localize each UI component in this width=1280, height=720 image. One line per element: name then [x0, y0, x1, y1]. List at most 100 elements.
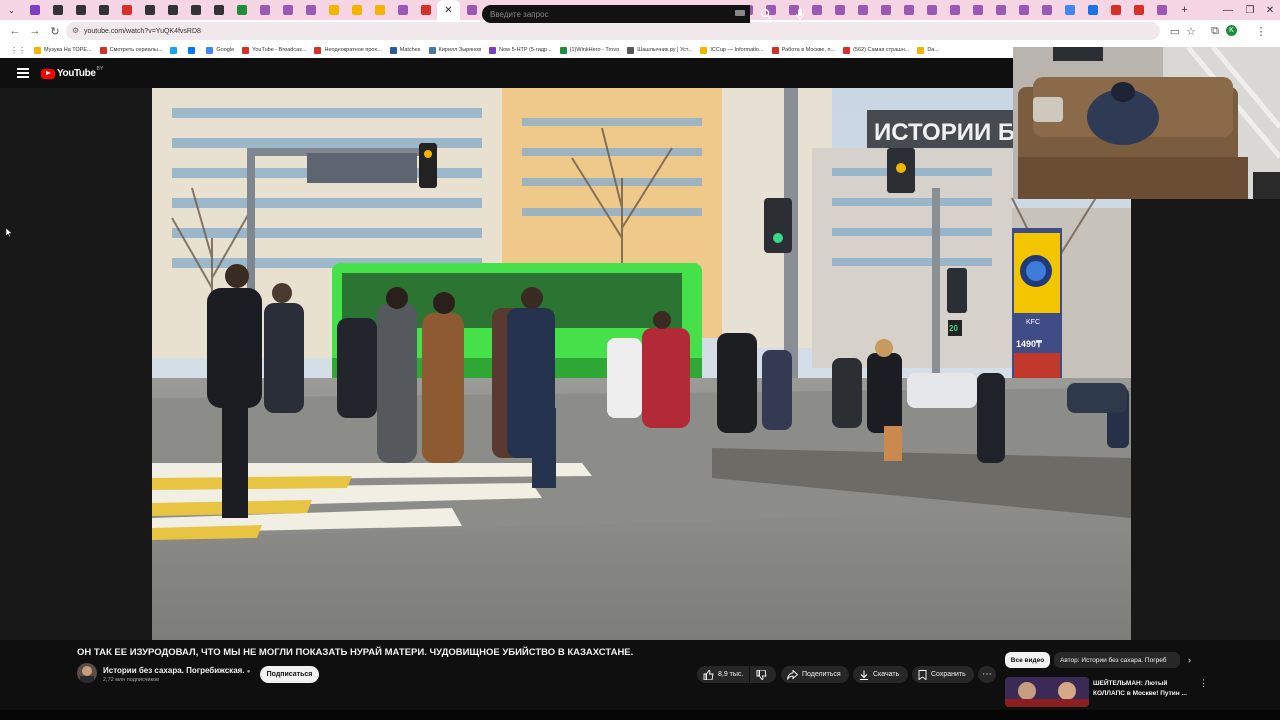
browser-tab[interactable] — [989, 0, 1012, 20]
browser-tab[interactable] — [1012, 0, 1035, 20]
hamburger-menu-icon[interactable] — [17, 68, 29, 78]
recommendation-menu-icon[interactable]: ⋮ — [1199, 678, 1208, 689]
share-button[interactable]: Поделиться — [781, 666, 849, 683]
bookmark-item[interactable] — [188, 46, 198, 54]
browser-tab[interactable] — [92, 0, 115, 20]
download-label: Скачать — [873, 671, 900, 678]
browser-tab[interactable] — [874, 0, 897, 20]
browser-tab[interactable] — [161, 0, 184, 20]
browser-tab[interactable] — [230, 0, 253, 20]
keyboard-icon[interactable] — [735, 10, 745, 16]
search-input[interactable]: Введите запрос — [482, 5, 750, 23]
browser-tab[interactable] — [253, 0, 276, 20]
browser-tab[interactable] — [299, 0, 322, 20]
address-bar[interactable]: ⚙ youtube.com/watch?v=YuQK4fvsRD8 — [66, 22, 1160, 40]
reload-button[interactable]: ↻ — [46, 22, 64, 40]
browser-tab[interactable] — [1150, 0, 1173, 20]
bookmark-favicon-icon — [917, 46, 925, 54]
bookmark-item[interactable]: YouTube - Broadcas... — [242, 46, 306, 54]
browser-tab[interactable] — [1058, 0, 1081, 20]
minimize-button[interactable]: — — [1217, 0, 1239, 20]
bookmark-item[interactable]: (562) Самая страшн... — [843, 46, 909, 54]
browser-tab[interactable] — [115, 0, 138, 20]
bookmark-item[interactable]: Смотреть сериалы... — [99, 46, 162, 54]
browser-tab[interactable] — [391, 0, 414, 20]
browser-tab[interactable] — [414, 0, 437, 20]
browser-tab[interactable] — [368, 0, 391, 20]
bookmark-item[interactable] — [170, 46, 180, 54]
bookmark-label: (1)WinkHero - Trovo — [569, 47, 620, 53]
forward-button[interactable]: → — [26, 22, 44, 40]
dislike-button[interactable] — [750, 666, 776, 683]
browser-tab[interactable] — [23, 0, 46, 20]
browser-tab[interactable] — [460, 0, 483, 20]
bookmark-item[interactable]: Неоднократное прох... — [314, 46, 382, 54]
chip-author[interactable]: Автор: Истории без сахара. Погреб — [1054, 652, 1180, 668]
chip-all-videos[interactable]: Все видео — [1005, 652, 1050, 668]
profile-avatar[interactable]: K — [1226, 25, 1237, 36]
bookmark-favicon-icon — [489, 46, 497, 54]
search-button[interactable] — [752, 5, 780, 23]
video-player[interactable]: ИСТОРИИ БЕЗ KFC 1490₸ 20 — [152, 88, 1131, 640]
tab-close-icon[interactable]: ✕ — [444, 5, 452, 16]
site-info-icon[interactable]: ⚙ — [72, 26, 79, 35]
download-button[interactable]: Скачать — [853, 666, 908, 683]
browser-tab[interactable] — [966, 0, 989, 20]
browser-tab[interactable] — [897, 0, 920, 20]
youtube-logo[interactable]: YouTube BY — [41, 66, 103, 79]
browser-tab[interactable] — [1035, 0, 1058, 20]
bookmark-star-icon[interactable]: ☆ — [1182, 22, 1200, 40]
browser-tab[interactable] — [322, 0, 345, 20]
bookmark-item[interactable]: Музука На ТОРЕ... — [34, 46, 92, 54]
extensions-icon[interactable]: ⧉ — [1206, 22, 1224, 40]
bookmark-item[interactable]: Da... — [917, 46, 939, 54]
bookmark-favicon-icon — [428, 46, 436, 54]
recommendation-thumbnail[interactable] — [1005, 677, 1089, 707]
browser-tab[interactable] — [46, 0, 69, 20]
like-button[interactable]: 8,9 тыс. — [697, 666, 749, 683]
recommendation-title[interactable]: ШЕЙТЕЛЬМАН: Лютый КОЛЛАПС в Москве! Пути… — [1093, 679, 1193, 698]
bookmark-item[interactable]: Шашлычник.ру | Уст... — [627, 46, 692, 54]
bookmark-item[interactable]: Работа в Москве, п... — [771, 46, 835, 54]
tab-favicon-icon — [213, 5, 224, 15]
new-tab-button[interactable]: + — [1173, 0, 1196, 20]
tab-favicon-icon — [75, 5, 86, 15]
chip-next-arrow-icon[interactable]: › — [1188, 655, 1191, 665]
tab-favicon-icon — [1064, 5, 1075, 15]
tab-search-button[interactable]: ⌄ — [0, 0, 23, 20]
apps-grid-icon[interactable]: ⋮⋮ — [10, 46, 26, 55]
restore-button[interactable]: ❐ — [1239, 0, 1261, 20]
browser-tab[interactable] — [1081, 0, 1104, 20]
youtube-play-icon — [41, 68, 55, 79]
browser-tab[interactable]: ✕ — [437, 0, 460, 20]
bookmark-item[interactable]: Google — [206, 46, 234, 54]
close-window-button[interactable]: ✕ — [1259, 0, 1280, 20]
bookmark-item[interactable]: (1)WinkHero - Trovo — [559, 46, 620, 54]
bookmark-item[interactable]: Кирилл Зырянов — [428, 46, 481, 54]
more-actions-button[interactable]: ⋯ — [978, 666, 996, 683]
bookmark-label: Da... — [927, 47, 939, 53]
save-button[interactable]: Сохранить — [912, 666, 974, 683]
browser-tab[interactable] — [345, 0, 368, 20]
browser-tab[interactable] — [138, 0, 161, 20]
tab-favicon-icon — [144, 5, 155, 15]
channel-name[interactable]: Истории без сахара. Погребижская. ● — [103, 666, 250, 675]
browser-tab[interactable] — [276, 0, 299, 20]
browser-tab[interactable] — [1104, 0, 1127, 20]
browser-tab[interactable] — [69, 0, 92, 20]
browser-tab[interactable] — [920, 0, 943, 20]
browser-menu-icon[interactable]: ⋮ — [1252, 22, 1270, 40]
browser-tab[interactable] — [851, 0, 874, 20]
voice-search-button[interactable] — [791, 5, 809, 23]
subscribe-button[interactable]: Подписаться — [260, 666, 319, 683]
bookmark-item[interactable]: Now 5-HTP (5-гидр... — [489, 46, 552, 54]
back-button[interactable]: ← — [6, 22, 24, 40]
bookmark-item[interactable]: Matches — [389, 46, 421, 54]
browser-tab[interactable] — [207, 0, 230, 20]
bookmark-item[interactable]: ICCup — Informatio... — [700, 46, 764, 54]
browser-tab[interactable] — [1127, 0, 1150, 20]
browser-tab[interactable] — [184, 0, 207, 20]
channel-avatar[interactable] — [77, 663, 97, 683]
browser-tab[interactable] — [943, 0, 966, 20]
browser-tab[interactable] — [828, 0, 851, 20]
